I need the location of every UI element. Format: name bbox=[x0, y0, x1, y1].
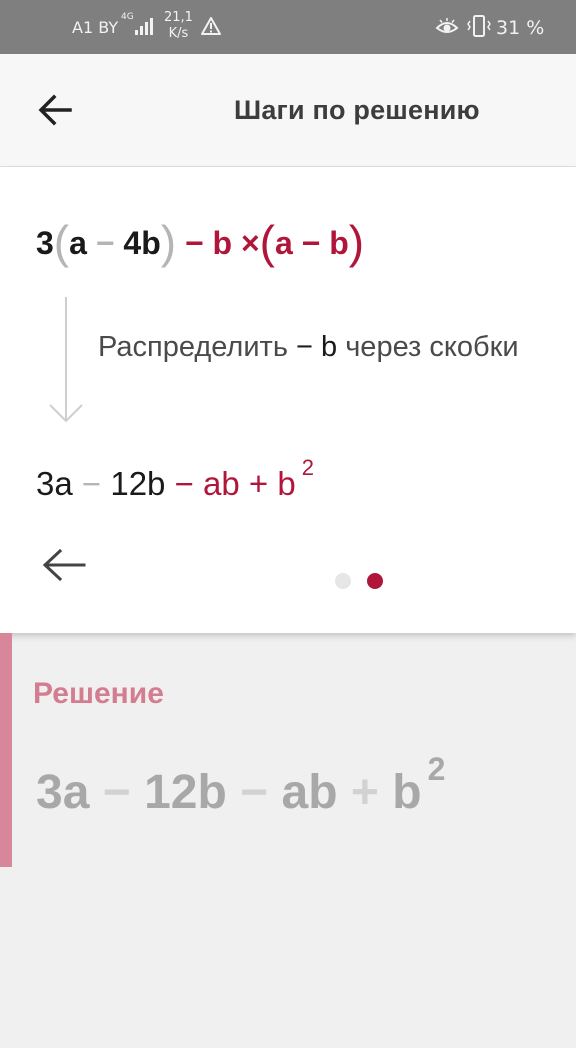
operator: − bbox=[95, 225, 115, 261]
step-input-expression: 3(a − 4b) − b ×(a − b) bbox=[36, 211, 365, 268]
pager-dot-2-active[interactable] bbox=[367, 573, 383, 589]
operator: + bbox=[350, 766, 379, 819]
down-arrow-icon bbox=[49, 297, 83, 423]
step-card: 3(a − 4b) − b ×(a − b) Распределить − b … bbox=[0, 167, 576, 633]
term: a bbox=[274, 225, 293, 261]
status-bar: A1 BY 4G 21,1 K/s 31 % bbox=[0, 0, 576, 54]
page-title: Шаги по решению bbox=[234, 95, 480, 125]
pager-dot-1[interactable] bbox=[335, 573, 351, 589]
term: 4b bbox=[123, 225, 161, 261]
term: a bbox=[69, 225, 87, 261]
previous-step-arrow-icon[interactable] bbox=[40, 545, 88, 585]
operator: × bbox=[240, 225, 260, 261]
solution-title: Решение bbox=[33, 677, 164, 710]
description-variable: b bbox=[321, 331, 338, 363]
speed-unit: K/s bbox=[168, 26, 189, 41]
description-operator: − bbox=[296, 331, 313, 363]
step-description: Распределить − b через скобки bbox=[98, 331, 519, 364]
exponent: 2 bbox=[427, 751, 446, 787]
network-speed: 21,1 K/s bbox=[164, 10, 193, 42]
solution-expression: 3a − 12b − ab + b2 bbox=[36, 751, 445, 820]
warning-icon bbox=[201, 17, 221, 35]
term: 3a bbox=[36, 766, 90, 819]
term: b bbox=[329, 225, 349, 261]
term: 12b bbox=[144, 766, 227, 819]
term: 12b bbox=[110, 465, 166, 502]
operator: − bbox=[102, 766, 131, 819]
operator: + bbox=[248, 465, 269, 502]
solution-accent-bar bbox=[0, 633, 12, 867]
left-paren: ( bbox=[259, 216, 275, 268]
operator: − bbox=[301, 225, 321, 261]
term: 3a bbox=[36, 465, 73, 502]
term: ab bbox=[203, 465, 240, 502]
network-type: 4G bbox=[121, 12, 134, 22]
signal-icon bbox=[135, 18, 153, 35]
description-text: Распределить bbox=[98, 331, 288, 363]
term: b bbox=[277, 465, 296, 502]
term: b bbox=[392, 766, 422, 819]
app-bar: Шаги по решению bbox=[0, 54, 576, 167]
solution-panel: Решение 3a − 12b − ab + b2 bbox=[0, 633, 576, 867]
eye-comfort-icon bbox=[435, 18, 459, 33]
operator: − bbox=[81, 465, 102, 502]
back-arrow-icon[interactable] bbox=[32, 90, 80, 130]
term: 3 bbox=[36, 225, 54, 261]
vibrate-icon bbox=[467, 15, 491, 37]
battery-level: 31 % bbox=[496, 17, 545, 39]
description-text: через скобки bbox=[345, 331, 519, 363]
left-paren: ( bbox=[53, 216, 70, 268]
right-paren: ) bbox=[160, 216, 177, 268]
term: ab bbox=[281, 766, 338, 819]
operator: − bbox=[174, 465, 194, 502]
term: b bbox=[212, 225, 233, 261]
operator: − bbox=[240, 766, 269, 819]
operator: − bbox=[184, 225, 204, 261]
right-paren: ) bbox=[348, 216, 365, 268]
exponent: 2 bbox=[301, 455, 314, 480]
speed-value: 21,1 bbox=[164, 10, 193, 25]
carrier-label: A1 BY bbox=[72, 18, 119, 37]
step-result-expression: 3a − 12b − ab + b2 bbox=[36, 455, 314, 503]
